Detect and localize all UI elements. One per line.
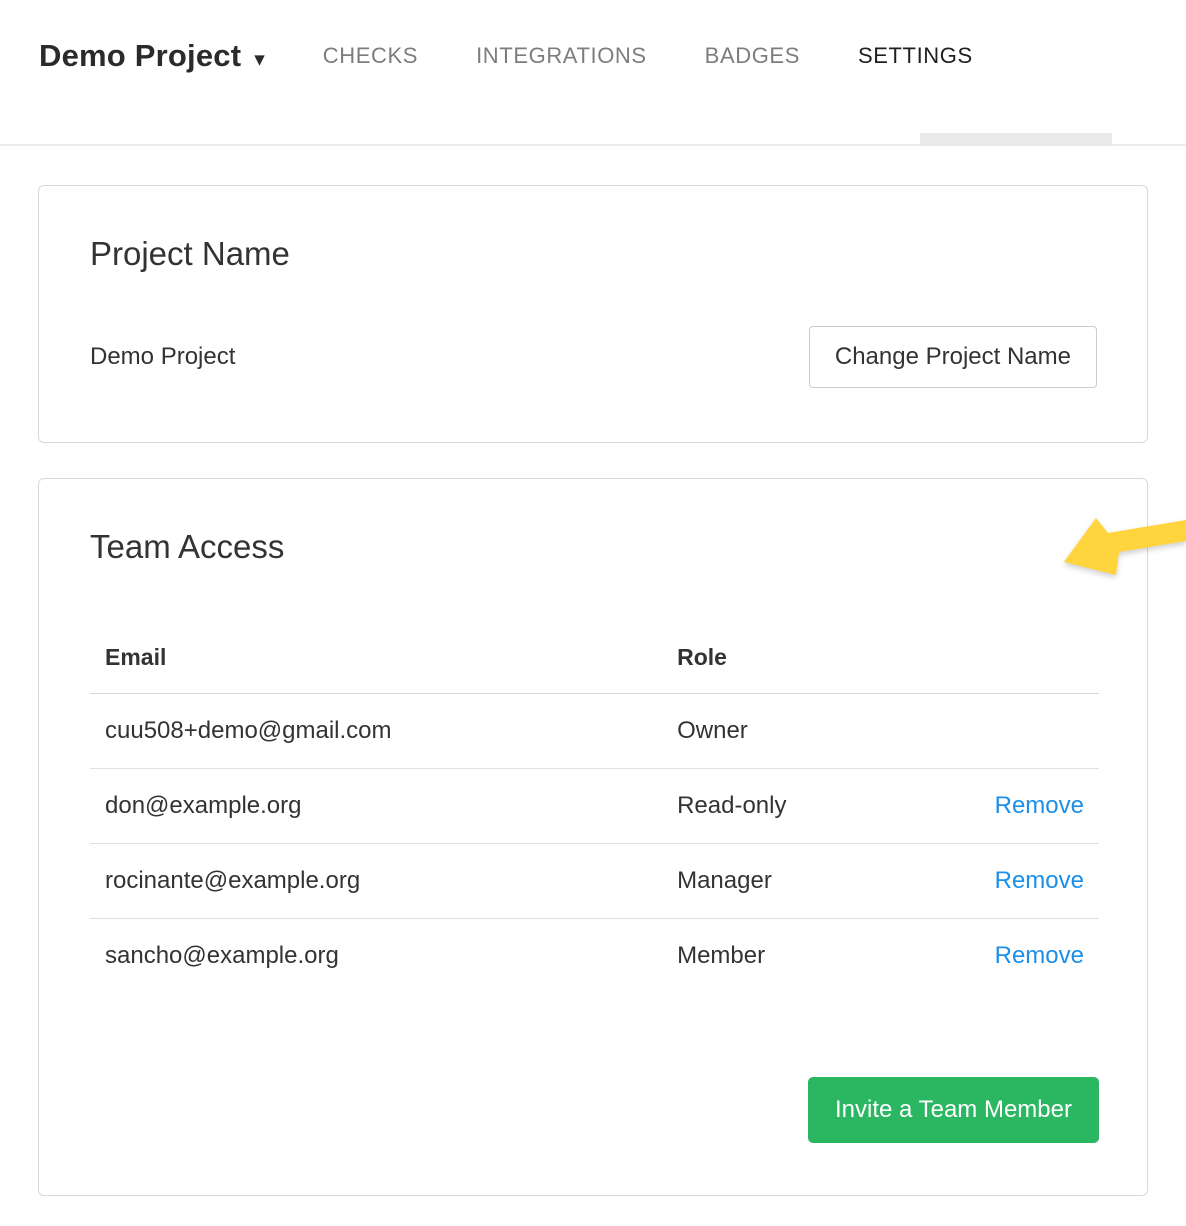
member-email: sancho@example.org (90, 919, 662, 994)
email-column-header: Email (90, 623, 662, 694)
tab-settings[interactable]: SETTINGS (858, 43, 973, 69)
change-project-name-button[interactable]: Change Project Name (809, 326, 1097, 388)
table-header-row: Email Role (90, 623, 1099, 694)
member-email: cuu508+demo@gmail.com (90, 694, 662, 769)
project-name-card-title: Project Name (90, 234, 1097, 274)
active-tab-indicator (920, 133, 1112, 146)
member-role: Owner (662, 694, 945, 769)
current-project-name: Demo Project (90, 343, 235, 371)
role-column-header: Role (662, 623, 945, 694)
remove-link[interactable]: Remove (995, 942, 1084, 969)
member-role: Read-only (662, 769, 945, 844)
remove-link[interactable]: Remove (995, 867, 1084, 894)
tab-checks[interactable]: CHECKS (323, 43, 418, 69)
team-access-card: Team Access Email Role cuu508+de (38, 478, 1148, 1196)
table-row: don@example.org Read-only Remove (90, 769, 1099, 844)
top-nav: Demo Project ▾ CHECKS INTEGRATIONS BADGE… (0, 0, 1186, 146)
member-role: Manager (662, 844, 945, 919)
project-name-card: Project Name Demo Project Change Project… (38, 185, 1148, 443)
project-switcher-dropdown[interactable]: Demo Project ▾ (39, 38, 265, 74)
member-role: Member (662, 919, 945, 994)
settings-content: Project Name Demo Project Change Project… (0, 185, 1186, 1196)
tab-badges[interactable]: BADGES (705, 43, 800, 69)
action-column-header (945, 623, 1099, 694)
main-nav: CHECKS INTEGRATIONS BADGES SETTINGS (323, 43, 973, 69)
table-row: cuu508+demo@gmail.com Owner (90, 694, 1099, 769)
project-settings-page: Demo Project ▾ CHECKS INTEGRATIONS BADGE… (0, 0, 1186, 1226)
chevron-down-icon: ▾ (254, 49, 265, 70)
table-row: rocinante@example.org Manager Remove (90, 844, 1099, 919)
table-row: sancho@example.org Member Remove (90, 919, 1099, 994)
invite-team-member-button[interactable]: Invite a Team Member (808, 1077, 1099, 1143)
remove-link[interactable]: Remove (995, 792, 1084, 819)
team-access-card-title: Team Access (90, 527, 1099, 567)
tab-integrations[interactable]: INTEGRATIONS (476, 43, 647, 69)
member-email: rocinante@example.org (90, 844, 662, 919)
team-members-table: Email Role cuu508+demo@gmail.com Owner d… (90, 623, 1099, 993)
member-email: don@example.org (90, 769, 662, 844)
project-title: Demo Project (39, 38, 241, 74)
